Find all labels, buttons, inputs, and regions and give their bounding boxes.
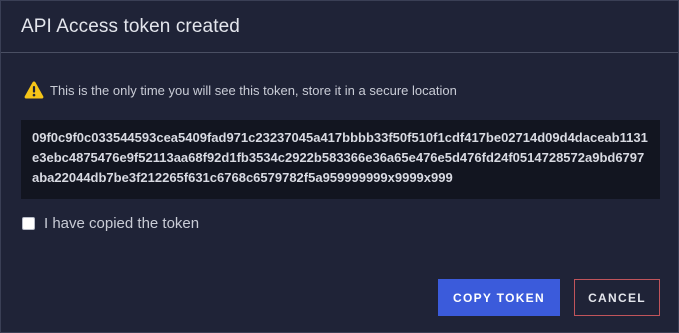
copy-token-button[interactable]: COPY TOKEN — [438, 279, 560, 316]
token-display[interactable]: 09f0c9f0c033544593cea5409fad971c23237045… — [21, 120, 660, 199]
copied-confirmation[interactable]: I have copied the token — [22, 214, 199, 232]
copied-checkbox-label[interactable]: I have copied the token — [44, 215, 199, 232]
dialog-header: API Access token created — [1, 1, 678, 53]
dialog-title: API Access token created — [21, 15, 240, 37]
token-created-dialog: API Access token created This is the onl… — [0, 0, 679, 333]
cancel-button[interactable]: CANCEL — [574, 279, 660, 316]
warning-text: This is the only time you will see this … — [50, 82, 457, 98]
token-value[interactable]: 09f0c9f0c033544593cea5409fad971c23237045… — [32, 128, 649, 188]
copied-checkbox[interactable] — [22, 216, 35, 230]
warning-triangle-icon — [24, 80, 44, 100]
warning-message: This is the only time you will see this … — [24, 80, 457, 100]
